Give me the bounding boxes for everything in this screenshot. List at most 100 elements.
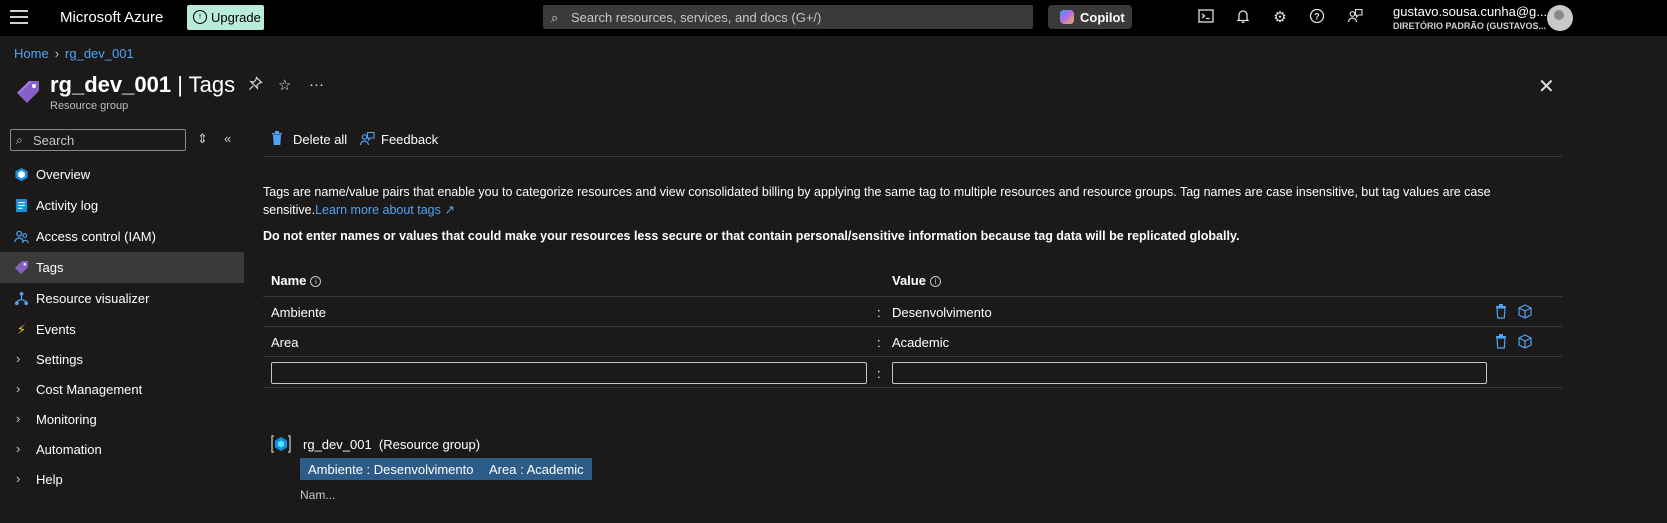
- summary-resource-type: (Resource group): [378, 437, 481, 452]
- tag-value-cell[interactable]: Desenvolvimento: [892, 305, 992, 320]
- account-name[interactable]: gustavo.sousa.cunha@g...: [1393, 4, 1547, 19]
- sidebar-item-label: Automation: [36, 442, 102, 457]
- breadcrumb-resource[interactable]: rg_dev_001: [65, 46, 134, 61]
- security-warning: Do not enter names or values that could …: [263, 229, 1240, 243]
- sidebar-item-resource-visualizer[interactable]: Resource visualizer: [0, 283, 244, 314]
- collapse-sidebar-icon[interactable]: «: [224, 131, 231, 146]
- gear-icon[interactable]: ⚙: [1270, 8, 1290, 28]
- page-title: rg_dev_001 | Tags: [50, 72, 235, 98]
- global-search-placeholder: Search resources, services, and docs (G+…: [571, 10, 822, 25]
- search-icon: ⌕: [16, 133, 23, 147]
- sidebar-item-tags[interactable]: Tags: [0, 252, 244, 283]
- sidebar-item-label: Tags: [36, 260, 64, 275]
- bell-icon[interactable]: [1233, 8, 1253, 28]
- sidebar-search-input[interactable]: ⌕ Search: [10, 129, 186, 151]
- tag-chip[interactable]: Area : Academic: [481, 458, 592, 480]
- sidebar-item-label: Events: [36, 322, 76, 337]
- sidebar-item-label: Overview: [36, 167, 91, 182]
- sidebar-item-events[interactable]: ⚡ Events: [0, 314, 244, 345]
- chevron-right-icon: ›: [16, 471, 21, 486]
- table-divider: [263, 356, 1562, 357]
- resource-group-icon: [271, 434, 291, 454]
- svg-text:?: ?: [1314, 12, 1320, 22]
- table-divider: [263, 326, 1562, 327]
- copilot-button[interactable]: Copilot: [1048, 5, 1132, 29]
- feedback-label: Feedback: [381, 132, 439, 147]
- table-divider: [263, 387, 1562, 388]
- feedback-icon[interactable]: [1345, 8, 1365, 28]
- iam-icon: [14, 229, 29, 244]
- breadcrumb: Home › rg_dev_001: [14, 46, 134, 61]
- overview-icon: [14, 167, 29, 182]
- sidebar-item-access-control[interactable]: Access control (IAM): [0, 221, 244, 252]
- upgrade-button[interactable]: ↑ Upgrade: [187, 5, 264, 30]
- sidebar-item-monitoring[interactable]: › Monitoring: [0, 404, 244, 435]
- sidebar-item-activity-log[interactable]: Activity log: [0, 190, 244, 221]
- sidebar-item-automation[interactable]: › Automation: [0, 434, 244, 465]
- events-icon: ⚡: [16, 322, 27, 337]
- chevron-right-icon: ›: [16, 351, 21, 366]
- avatar[interactable]: [1547, 5, 1573, 31]
- top-bar: Microsoft Azure ↑ Upgrade ⌕ Search resou…: [0, 0, 1667, 36]
- star-icon[interactable]: ☆: [278, 76, 291, 94]
- account-directory[interactable]: DIRETÓRIO PADRÃO (GUSTAVOS...: [1393, 21, 1546, 31]
- tag-separator: :: [877, 305, 881, 320]
- sidebar-item-settings[interactable]: › Settings: [0, 344, 244, 375]
- more-options-icon[interactable]: ···: [309, 76, 324, 93]
- page-subtitle: Resource group: [50, 100, 129, 112]
- toolbar-divider: [263, 156, 1562, 157]
- new-tag-value-input[interactable]: [892, 362, 1487, 384]
- brand-title[interactable]: Microsoft Azure: [60, 9, 163, 26]
- tags-description: Tags are name/value pairs that enable yo…: [263, 183, 1553, 219]
- sidebar-item-overview[interactable]: Overview: [0, 159, 244, 190]
- breadcrumb-home[interactable]: Home: [14, 46, 49, 61]
- sidebar-search-placeholder: Search: [33, 133, 75, 148]
- delete-all-button[interactable]: Delete all: [271, 131, 347, 147]
- sidebar-item-label: Help: [36, 472, 63, 487]
- learn-more-link[interactable]: Learn more about tags ↗: [315, 203, 455, 217]
- value-column-header: Value i: [892, 273, 941, 288]
- activity-log-icon: [14, 198, 29, 213]
- tag-chip[interactable]: Ambiente : Desenvolvimento: [300, 458, 482, 480]
- hamburger-menu-icon[interactable]: [10, 10, 28, 26]
- arrow-up-icon: ↑: [193, 10, 207, 24]
- visualizer-icon: [14, 291, 29, 306]
- chevron-right-icon: ›: [16, 441, 21, 456]
- close-icon[interactable]: ✕: [1538, 74, 1555, 99]
- info-icon[interactable]: i: [929, 276, 941, 288]
- name-column-header: Name i: [271, 273, 322, 288]
- copilot-label: Copilot: [1080, 10, 1125, 25]
- tag-name-cell[interactable]: Area: [271, 335, 298, 350]
- delete-tag-icon[interactable]: [1495, 304, 1507, 322]
- cube-icon[interactable]: [1518, 334, 1532, 352]
- chevron-right-icon: ›: [54, 46, 60, 61]
- global-search-input[interactable]: ⌕ Search resources, services, and docs (…: [543, 5, 1033, 29]
- delete-tag-icon[interactable]: [1495, 334, 1507, 352]
- info-icon[interactable]: i: [310, 276, 322, 288]
- help-icon[interactable]: ?: [1307, 8, 1327, 28]
- chevron-right-icon: ›: [16, 411, 21, 426]
- sidebar-item-cost-management[interactable]: › Cost Management: [0, 374, 244, 405]
- value-header-label: Value: [892, 273, 926, 288]
- sidebar-item-label: Activity log: [36, 198, 99, 213]
- sidebar-item-help[interactable]: › Help: [0, 464, 244, 495]
- tag-value-cell[interactable]: Academic: [892, 335, 949, 350]
- feedback-icon: [359, 131, 375, 150]
- cube-icon[interactable]: [1518, 304, 1532, 322]
- upgrade-label: Upgrade: [211, 10, 261, 25]
- cloud-shell-icon[interactable]: [1196, 8, 1216, 28]
- sidebar-item-label: Resource visualizer: [36, 291, 150, 306]
- pin-icon[interactable]: [248, 76, 263, 95]
- tag-separator: :: [877, 366, 881, 381]
- search-icon: ⌕: [551, 10, 559, 25]
- feedback-button[interactable]: Feedback: [359, 131, 439, 150]
- summary-resource-name: rg_dev_001: [303, 437, 372, 452]
- page-title-separator: |: [177, 72, 183, 97]
- external-link-icon: ↗: [440, 203, 455, 217]
- new-tag-name-input[interactable]: [271, 362, 867, 384]
- chevron-right-icon: ›: [16, 381, 21, 396]
- table-divider: [263, 296, 1562, 297]
- expand-collapse-icon[interactable]: ⇕: [197, 131, 208, 147]
- sidebar-item-label: Cost Management: [36, 382, 143, 397]
- tag-name-cell[interactable]: Ambiente: [271, 305, 326, 320]
